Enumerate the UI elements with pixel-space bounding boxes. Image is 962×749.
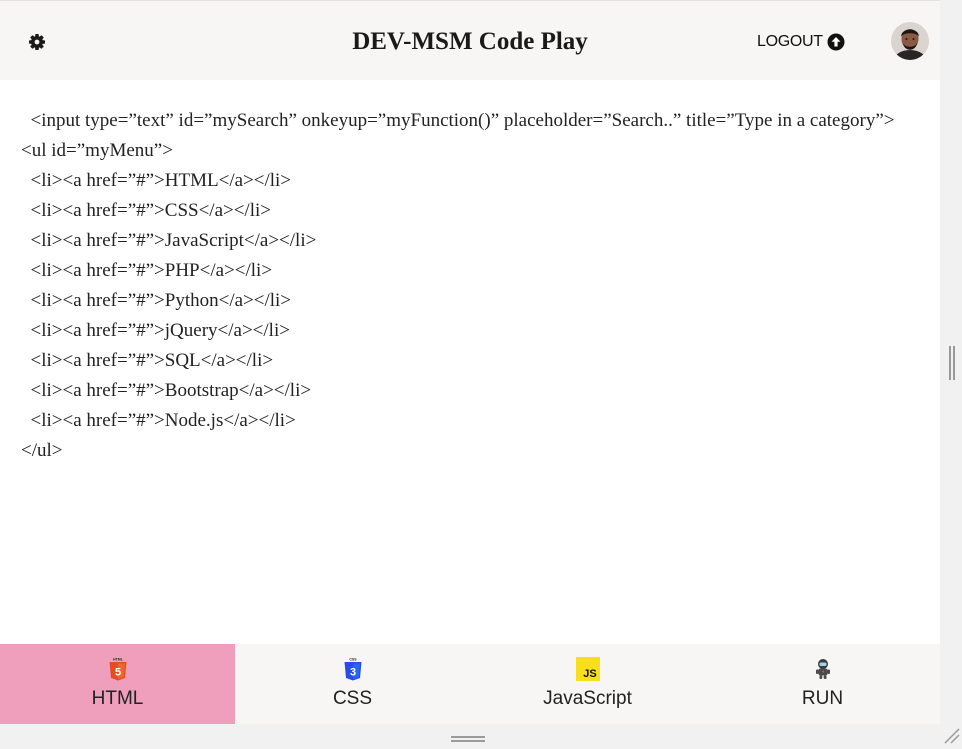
code-line: <li><a href=”#”>HTML</a></li> [21, 170, 292, 191]
html5-icon: HTML 5 [105, 656, 131, 682]
code-line: <li><a href=”#”>JavaScript</a></li> [21, 230, 317, 251]
code-line: <input type=”text” id=”mySearch” onkeyup… [21, 110, 895, 131]
app-window: DEV-MSM Code Play LOGOUT <input type=”te… [0, 0, 940, 724]
tab-html[interactable]: HTML 5 HTML [0, 644, 235, 724]
tab-javascript[interactable]: JS JavaScript [470, 644, 705, 724]
code-line: <li><a href=”#”>CSS</a></li> [21, 200, 272, 221]
code-line: <li><a href=”#”>Bootstrap</a></li> [21, 380, 312, 401]
logout-label: LOGOUT [757, 33, 823, 50]
svg-text:CSS: CSS [349, 658, 357, 662]
tab-css[interactable]: CSS 3 CSS [235, 644, 470, 724]
astronaut-icon [810, 656, 836, 682]
svg-text:JS: JS [583, 668, 596, 680]
window-resize-grip[interactable] [942, 726, 960, 744]
arrow-up-circle-icon [827, 33, 845, 51]
code-line: <ul id=”myMenu”> [21, 140, 173, 161]
css3-icon: CSS 3 [340, 656, 366, 682]
code-line: </ul> [21, 440, 63, 461]
code-line: <li><a href=”#”>Node.js</a></li> [21, 410, 296, 431]
tab-label: JavaScript [543, 688, 632, 709]
vertical-splitter-handle[interactable] [946, 346, 958, 380]
tab-label: HTML [91, 688, 144, 709]
code-line: <li><a href=”#”>jQuery</a></li> [21, 320, 290, 341]
tab-run[interactable]: RUN [705, 644, 940, 724]
svg-text:HTML: HTML [113, 658, 124, 662]
horizontal-splitter-handle[interactable] [451, 731, 485, 742]
logout-button[interactable]: LOGOUT [757, 31, 845, 53]
editor-tabbar: HTML 5 HTML CSS 3 CSS JS JavaScript RUN [0, 644, 940, 724]
header-bar: DEV-MSM Code Play LOGOUT [0, 0, 940, 80]
avatar[interactable] [891, 22, 929, 60]
tab-label: RUN [801, 688, 844, 709]
html-code-editor[interactable]: <input type=”text” id=”mySearch” onkeyup… [0, 80, 940, 643]
javascript-icon: JS [575, 656, 601, 682]
code-line: <li><a href=”#”>SQL</a></li> [21, 350, 274, 371]
code-line: <li><a href=”#”>PHP</a></li> [21, 260, 273, 281]
tab-label: CSS [332, 688, 373, 709]
svg-text:5: 5 [114, 667, 120, 679]
code-line: <li><a href=”#”>Python</a></li> [21, 290, 292, 311]
svg-text:3: 3 [349, 667, 355, 679]
